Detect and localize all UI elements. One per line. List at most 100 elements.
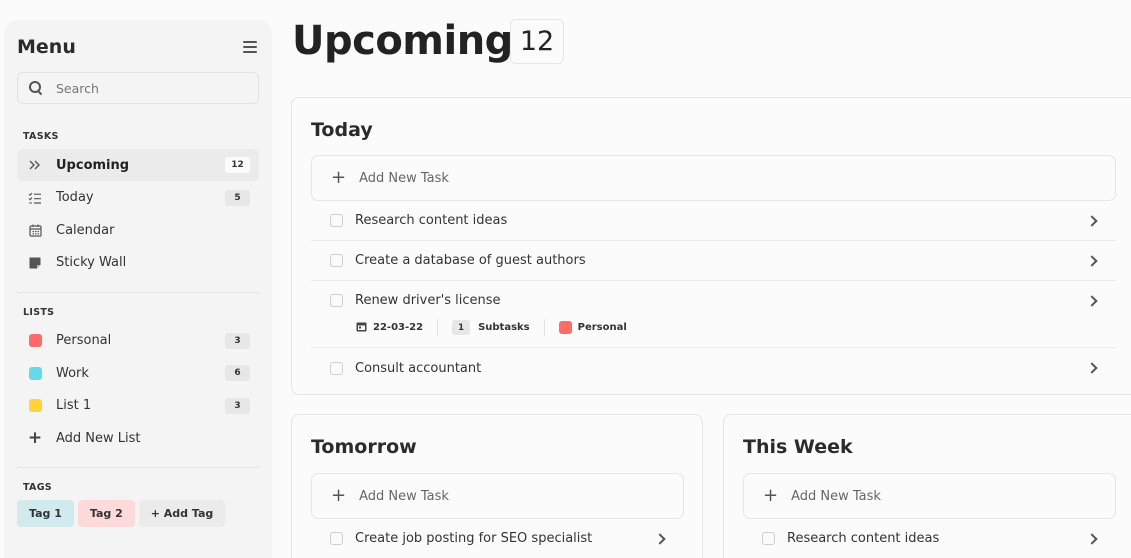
sidebar-title: Menu <box>17 36 76 58</box>
tag-1[interactable]: Tag 1 <box>17 500 74 527</box>
task-row[interactable]: Consult accountant <box>311 348 1116 388</box>
task-row[interactable]: Create a database of guest authors <box>311 241 1116 281</box>
this-week-title: This Week <box>743 436 853 458</box>
this-week-panel: This Week + Add New Task Research conten… <box>723 414 1131 558</box>
sidebar-item-label: Today <box>56 190 94 205</box>
double-chevron-right-icon <box>28 158 42 172</box>
this-week-task-list: Research content ideas <box>743 519 1116 558</box>
sidebar: Menu TASKS Upcoming 12 Today 5 <box>4 20 272 558</box>
tags-list: Tag 1 Tag 2 + Add Tag <box>17 500 259 527</box>
calendar-icon <box>356 321 367 335</box>
task-label: Research content ideas <box>355 213 508 228</box>
add-task-label: Add New Task <box>359 488 449 504</box>
hamburger-menu-icon[interactable] <box>243 41 257 53</box>
task-checkbox[interactable] <box>330 361 343 375</box>
count-badge: 12 <box>225 157 250 173</box>
task-label: Create job posting for SEO specialist <box>355 531 593 546</box>
page-title: Upcoming <box>292 18 513 64</box>
sidebar-item-today[interactable]: Today 5 <box>17 182 259 214</box>
add-task-label: Add New Task <box>791 488 881 504</box>
sidebar-item-label: Upcoming <box>56 157 130 173</box>
task-list-name: Personal <box>577 322 627 333</box>
sticky-note-icon <box>28 256 42 270</box>
lists-nav: Personal 3 Work 6 List 1 3 + Add New Lis… <box>17 325 259 455</box>
chevron-right-icon[interactable] <box>1086 362 1098 374</box>
task-label: Renew driver's license <box>355 293 501 308</box>
list-color-swatch <box>28 399 42 412</box>
count-badge: 3 <box>225 397 250 414</box>
divider <box>17 467 259 468</box>
sidebar-item-label: Personal <box>56 333 112 348</box>
sidebar-item-sticky-wall[interactable]: Sticky Wall <box>17 247 259 279</box>
chevron-right-icon[interactable] <box>1086 532 1098 545</box>
subtasks-count-badge: 1 <box>452 320 471 335</box>
add-task-label: Add New Task <box>359 170 449 186</box>
list-color-swatch <box>28 334 42 347</box>
task-checkbox[interactable] <box>330 532 343 545</box>
task-row[interactable]: Create job posting for SEO specialist <box>311 519 684 558</box>
calendar-icon <box>28 223 42 237</box>
task-label: Consult accountant <box>355 360 482 376</box>
search-box[interactable] <box>17 72 259 104</box>
divider <box>17 291 259 293</box>
title-count-badge: 12 <box>510 19 564 64</box>
task-row[interactable]: Research content ideas <box>311 201 1116 241</box>
today-panel: Today + Add New Task Research content id… <box>291 97 1131 395</box>
sidebar-item-personal[interactable]: Personal 3 <box>17 325 259 357</box>
sidebar-item-upcoming[interactable]: Upcoming 12 <box>17 149 259 181</box>
sidebar-item-label: List 1 <box>56 398 92 413</box>
today-task-list: Research content ideas Create a database… <box>311 201 1116 388</box>
plus-icon: + <box>27 427 43 448</box>
list-color-swatch <box>558 321 572 334</box>
chevron-right-icon[interactable] <box>1086 295 1098 307</box>
add-task-button[interactable]: + Add New Task <box>743 473 1116 519</box>
app: Menu TASKS Upcoming 12 Today 5 <box>0 0 1131 558</box>
divider <box>437 319 439 336</box>
list-color-swatch <box>28 366 42 380</box>
today-title: Today <box>311 119 373 141</box>
task-label: Research content ideas <box>787 531 940 546</box>
task-due-date: 22-03-22 <box>373 322 424 333</box>
count-badge: 5 <box>225 189 250 206</box>
plus-icon: + <box>763 485 779 506</box>
task-checkbox[interactable] <box>330 254 343 267</box>
chevron-right-icon[interactable] <box>654 532 666 545</box>
task-checkbox[interactable] <box>330 294 343 307</box>
search-input[interactable] <box>56 80 236 96</box>
tomorrow-panel: Tomorrow + Add New Task Create job posti… <box>291 414 703 558</box>
subtasks-label: Subtasks <box>478 322 530 333</box>
add-tag-button[interactable]: + Add Tag <box>138 500 226 527</box>
chevron-right-icon[interactable] <box>1086 214 1098 227</box>
tag-2[interactable]: Tag 2 <box>77 500 135 527</box>
task-row[interactable]: Renew driver's license 22-03-22 1 Subtas… <box>311 281 1116 348</box>
sidebar-header: Menu <box>17 34 259 60</box>
divider <box>543 319 545 336</box>
count-badge: 6 <box>225 365 250 381</box>
task-label: Create a database of guest authors <box>355 253 586 268</box>
add-new-list-button[interactable]: + Add New List <box>17 422 259 454</box>
search-icon <box>29 81 43 95</box>
sidebar-item-calendar[interactable]: Calendar <box>17 214 259 246</box>
tasks-section-label: TASKS <box>23 131 59 142</box>
task-checkbox[interactable] <box>330 214 343 227</box>
sidebar-item-work[interactable]: Work 6 <box>17 357 259 389</box>
sidebar-item-label: Sticky Wall <box>56 255 127 270</box>
add-task-button[interactable]: + Add New Task <box>311 155 1116 201</box>
tasks-nav: Upcoming 12 Today 5 Calendar Sticky Wall <box>17 149 259 279</box>
task-checkbox[interactable] <box>762 532 775 545</box>
add-new-list-label: Add New List <box>56 430 141 446</box>
tomorrow-task-list: Create job posting for SEO specialist <box>311 519 684 558</box>
tags-section-label: TAGS <box>23 482 52 493</box>
plus-icon: + <box>331 167 347 188</box>
sidebar-item-list-1[interactable]: List 1 3 <box>17 390 259 422</box>
chevron-right-icon[interactable] <box>1086 254 1098 267</box>
lists-section-label: LISTS <box>23 306 55 318</box>
count-badge: 3 <box>225 332 250 349</box>
sidebar-item-label: Work <box>56 365 89 381</box>
plus-icon: + <box>331 485 347 506</box>
add-task-button[interactable]: + Add New Task <box>311 473 684 519</box>
sidebar-item-label: Calendar <box>56 222 115 238</box>
task-meta: 22-03-22 1 Subtasks Personal <box>356 319 627 336</box>
task-row[interactable]: Research content ideas <box>743 519 1116 558</box>
checklist-icon <box>28 191 42 205</box>
